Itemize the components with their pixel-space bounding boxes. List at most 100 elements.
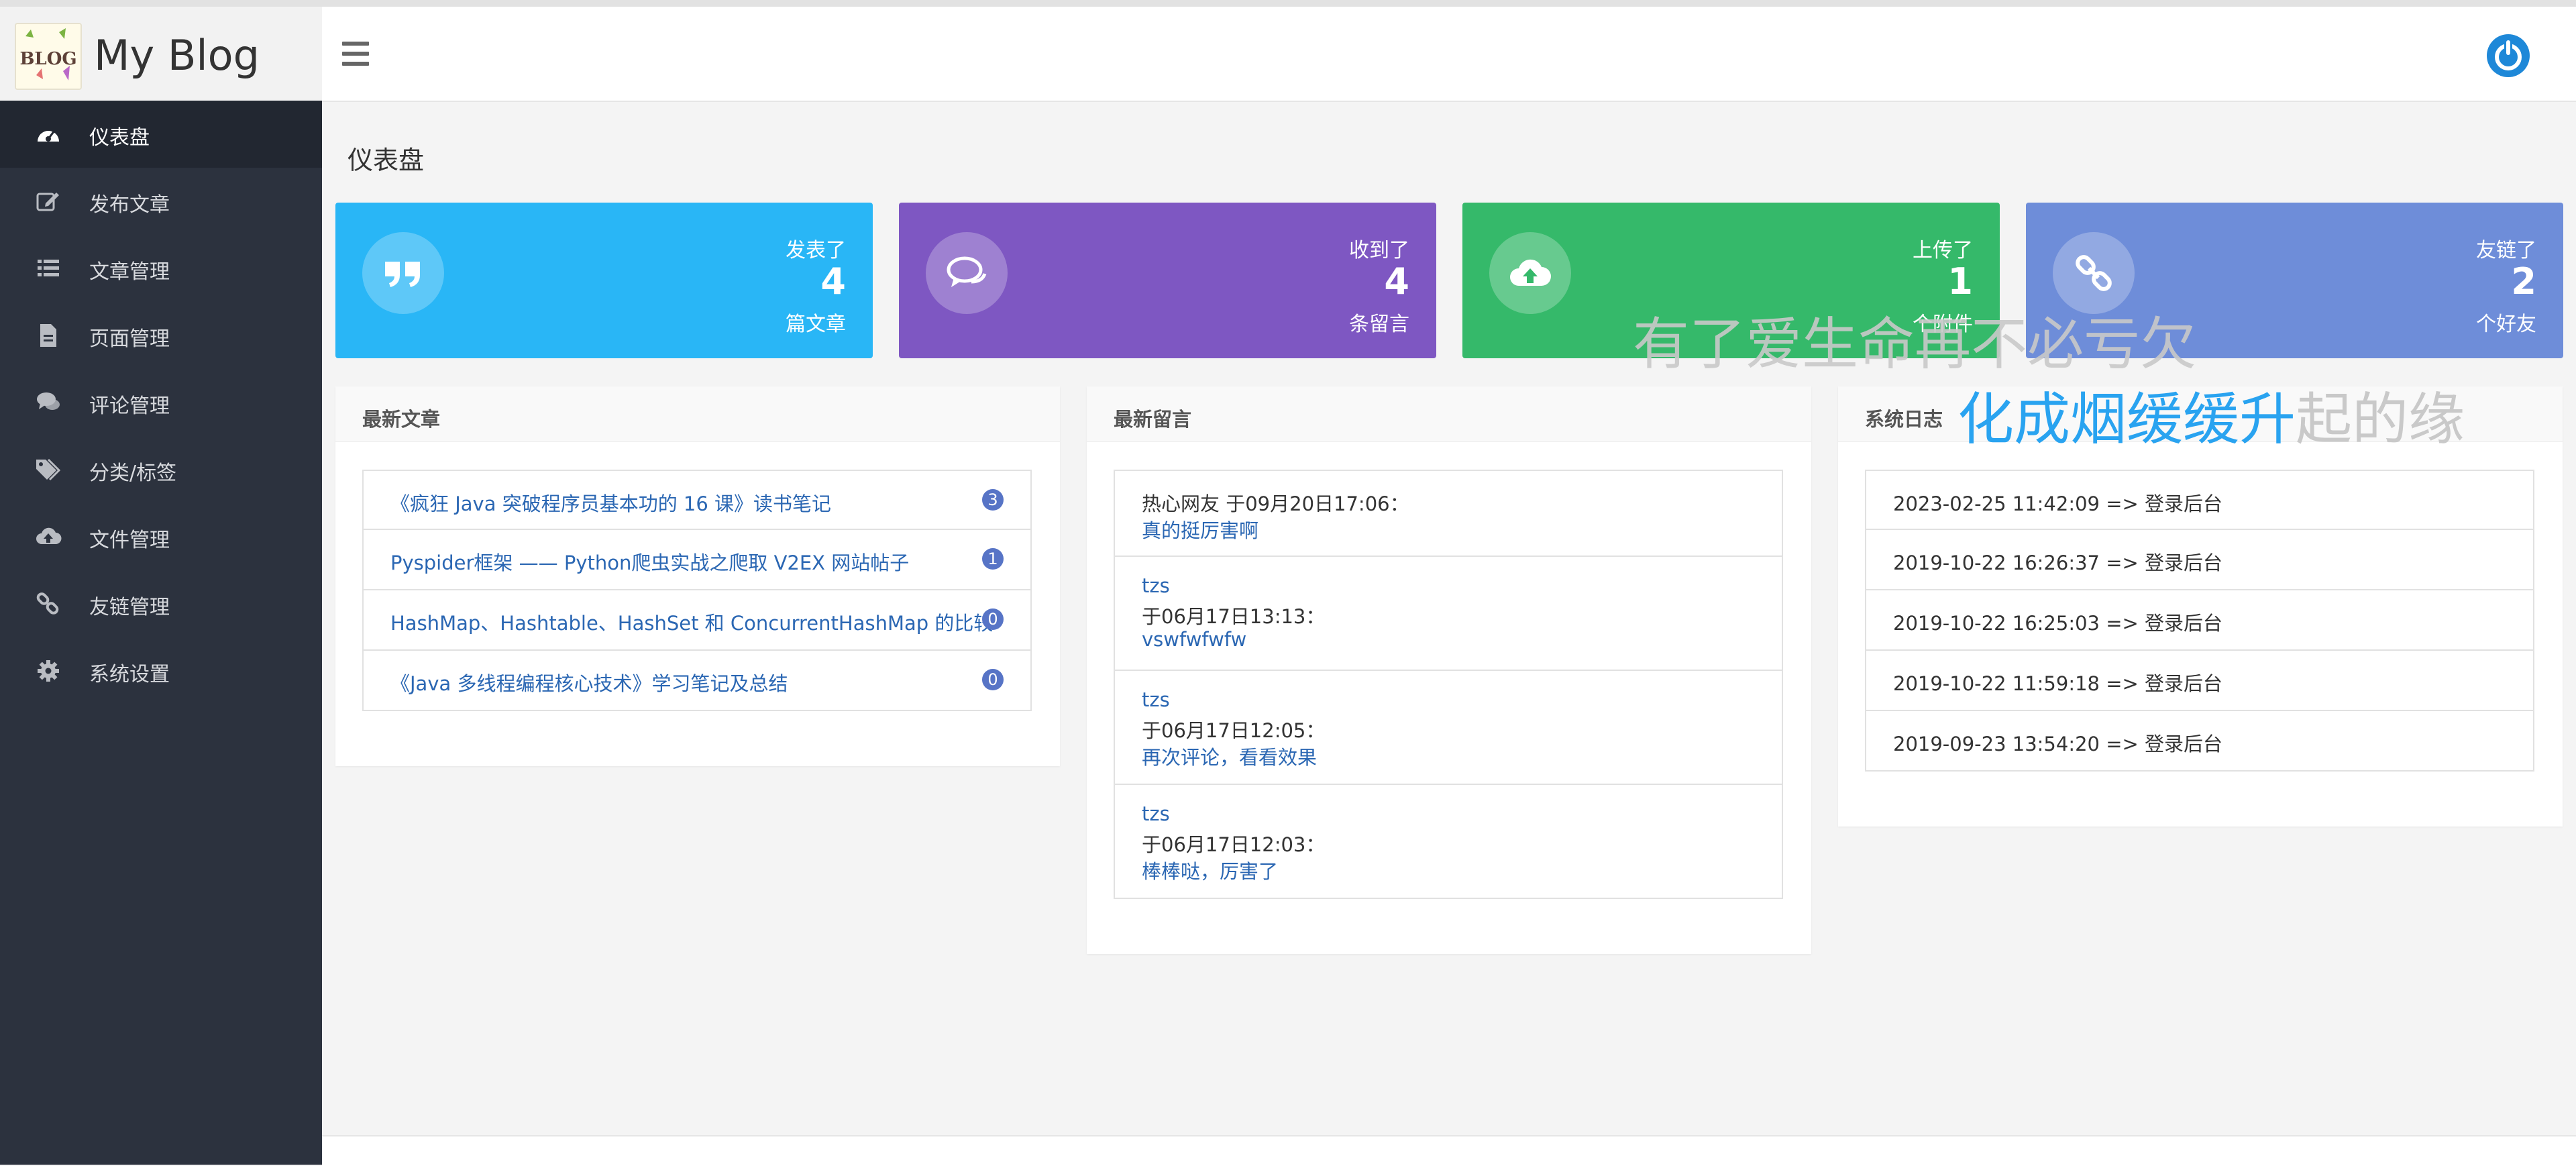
log-entry: 2019-09-23 13:54:20 => 登录后台: [1893, 729, 2222, 757]
sidebar-item-label: 文件管理: [89, 523, 170, 553]
top-border: [0, 0, 2576, 7]
sidebar-item-pages[interactable]: 页面管理: [0, 302, 322, 369]
sidebar-item-label: 发布文章: [89, 188, 170, 217]
list-item: 2019-10-22 16:25:03 => 登录后台: [1865, 590, 2534, 651]
latest-comments-panel: 最新留言 热心网友 于09月20日17:06： 真的挺厉害啊 tzs 于06月1…: [1087, 386, 1811, 954]
comment-author-link[interactable]: tzs: [1142, 574, 1170, 597]
comment-author-time: 热心网友 于09月20日17:06：: [1142, 488, 1409, 517]
comment-count-badge: 1: [982, 548, 1004, 570]
sidebar-item-settings[interactable]: 系统设置: [0, 637, 322, 704]
sidebar-item-publish[interactable]: 发布文章: [0, 168, 322, 235]
comment-time: 于06月17日12:03：: [1142, 829, 1325, 857]
sidebar-item-links[interactable]: 友链管理: [0, 570, 322, 637]
log-entry: 2019-10-22 16:25:03 => 登录后台: [1893, 608, 2222, 636]
menu-toggle-icon[interactable]: [342, 42, 369, 66]
latest-articles-panel: 最新文章 《疯狂 Java 突破程序员基本功的 16 课》读书笔记 3 Pysp…: [335, 386, 1060, 766]
list-item[interactable]: 《疯狂 Java 突破程序员基本功的 16 课》读书笔记 3: [362, 470, 1032, 530]
comments-icon: [35, 390, 62, 415]
gear-icon: [35, 658, 62, 684]
stat-card-comments[interactable]: 收到了 4 条留言: [899, 203, 1436, 358]
list-item[interactable]: tzs 于06月17日12:05： 再次评论，看看效果: [1114, 671, 1783, 785]
lyrics-line-2: 化成烟缓缓升起的缘: [1957, 374, 2465, 456]
stat-label: 收到了: [1349, 233, 1409, 263]
list-item: 2019-09-23 13:54:20 => 登录后台: [1865, 711, 2534, 772]
list-item[interactable]: Pyspider框架 —— Python爬虫实战之爬取 V2EX 网站帖子 1: [362, 530, 1032, 590]
article-title-link[interactable]: Pyspider框架 —— Python爬虫实战之爬取 V2EX 网站帖子: [390, 547, 909, 576]
cloud-upload-icon: [35, 524, 62, 549]
file-icon: [35, 323, 62, 348]
logo-area[interactable]: BLOG My Blog: [0, 7, 322, 101]
sidebar-item-label: 分类/标签: [89, 456, 176, 486]
app-title[interactable]: My Blog: [94, 31, 260, 80]
dashboard-icon: [35, 121, 62, 147]
tags-icon: [35, 457, 62, 482]
logout-power-icon[interactable]: [2485, 32, 2532, 79]
panel-header: 最新留言: [1087, 386, 1811, 442]
stat-card-articles[interactable]: 发表了 4 篇文章: [335, 203, 873, 358]
lyrics-line-1: 有了爱生命再不必亏欠: [1633, 299, 2196, 380]
comment-content-link[interactable]: 再次评论，看看效果: [1142, 742, 1317, 770]
articles-list: 《疯狂 Java 突破程序员基本功的 16 课》读书笔记 3 Pyspider框…: [362, 470, 1032, 711]
sidebar-item-label: 页面管理: [89, 322, 170, 352]
sidebar-item-articles[interactable]: 文章管理: [0, 235, 322, 302]
list-item[interactable]: 《Java 多线程编程核心技术》学习笔记及总结 0: [362, 651, 1032, 711]
list-item[interactable]: tzs 于06月17日12:03： 棒棒哒，厉害了: [1114, 785, 1783, 899]
sidebar-item-categories-tags[interactable]: 分类/标签: [0, 436, 322, 503]
footer: [322, 1135, 2576, 1166]
list-icon: [35, 256, 62, 281]
sidebar-item-label: 系统设置: [89, 657, 170, 687]
cloud-upload-icon: [1489, 232, 1571, 314]
list-item[interactable]: tzs 于06月17日13:13： vswfwfwfw: [1114, 557, 1783, 671]
list-item[interactable]: HashMap、Hashtable、HashSet 和 ConcurrentHa…: [362, 590, 1032, 651]
list-item[interactable]: 热心网友 于09月20日17:06： 真的挺厉害啊: [1114, 470, 1783, 557]
sidebar-item-label: 友链管理: [89, 590, 170, 620]
comment-count-badge: 0: [982, 669, 1004, 690]
sidebar-item-label: 仪表盘: [89, 121, 150, 150]
comment-count-badge: 3: [982, 489, 1004, 511]
stat-label: 上传了: [1913, 233, 1973, 263]
sidebar-item-label: 文章管理: [89, 255, 170, 284]
comments-icon: [926, 232, 1008, 314]
stat-unit: 个好友: [2476, 307, 2536, 337]
comment-content-link[interactable]: 真的挺厉害啊: [1142, 515, 1258, 543]
comment-time: 于06月17日12:05：: [1142, 715, 1325, 743]
sidebar-item-label: 评论管理: [89, 389, 170, 419]
comment-time: 于06月17日13:13：: [1142, 601, 1325, 629]
article-title-link[interactable]: 《Java 多线程编程核心技术》学习笔记及总结: [390, 668, 788, 696]
stat-value: 2: [2511, 260, 2536, 303]
quote-icon: [362, 232, 444, 314]
comment-author-link[interactable]: tzs: [1142, 802, 1170, 825]
article-title-link[interactable]: 《疯狂 Java 突破程序员基本功的 16 课》读书笔记: [390, 488, 831, 517]
list-item: 2019-10-22 16:26:37 => 登录后台: [1865, 530, 2534, 590]
stat-value: 4: [1384, 260, 1409, 303]
log-list: 2023-02-25 11:42:09 => 登录后台 2019-10-22 1…: [1865, 470, 2534, 772]
article-title-link[interactable]: HashMap、Hashtable、HashSet 和 ConcurrentHa…: [390, 608, 993, 636]
list-item: 2023-02-25 11:42:09 => 登录后台: [1865, 470, 2534, 530]
logo-text: BLOG: [19, 49, 76, 69]
page-title: 仪表盘: [347, 140, 424, 176]
comment-content-link[interactable]: vswfwfwfw: [1142, 628, 1246, 651]
stat-value: 1: [1947, 260, 1973, 303]
stat-unit: 篇文章: [786, 307, 846, 337]
log-entry: 2019-10-22 16:26:37 => 登录后台: [1893, 547, 2222, 576]
edit-icon: [35, 189, 62, 214]
sidebar-item-dashboard[interactable]: 仪表盘: [0, 101, 322, 168]
sidebar-item-comments[interactable]: 评论管理: [0, 369, 322, 436]
comment-content-link[interactable]: 棒棒哒，厉害了: [1142, 856, 1278, 884]
sidebar: 仪表盘 发布文章 文章管理 页面管理 评论管理 分类/标签 文件管理 友链管理 …: [0, 101, 322, 1165]
panel-title: 系统日志: [1865, 404, 1943, 432]
link-icon: [35, 591, 62, 617]
stat-label: 发表了: [786, 233, 846, 263]
list-item: 2019-10-22 11:59:18 => 登录后台: [1865, 651, 2534, 711]
panel-header: 最新文章: [335, 386, 1060, 442]
blog-logo[interactable]: BLOG: [15, 23, 82, 90]
log-entry: 2023-02-25 11:42:09 => 登录后台: [1893, 488, 2222, 517]
top-navbar: [322, 7, 2576, 102]
comment-author-link[interactable]: tzs: [1142, 688, 1170, 711]
lyrics-highlight: 化成烟缓缓升: [1957, 386, 2296, 452]
sidebar-item-files[interactable]: 文件管理: [0, 503, 322, 570]
log-entry: 2019-10-22 11:59:18 => 登录后台: [1893, 668, 2222, 696]
panel-title: 最新留言: [1114, 404, 1191, 432]
comment-count-badge: 0: [982, 608, 1004, 630]
stat-label: 友链了: [2476, 233, 2536, 263]
